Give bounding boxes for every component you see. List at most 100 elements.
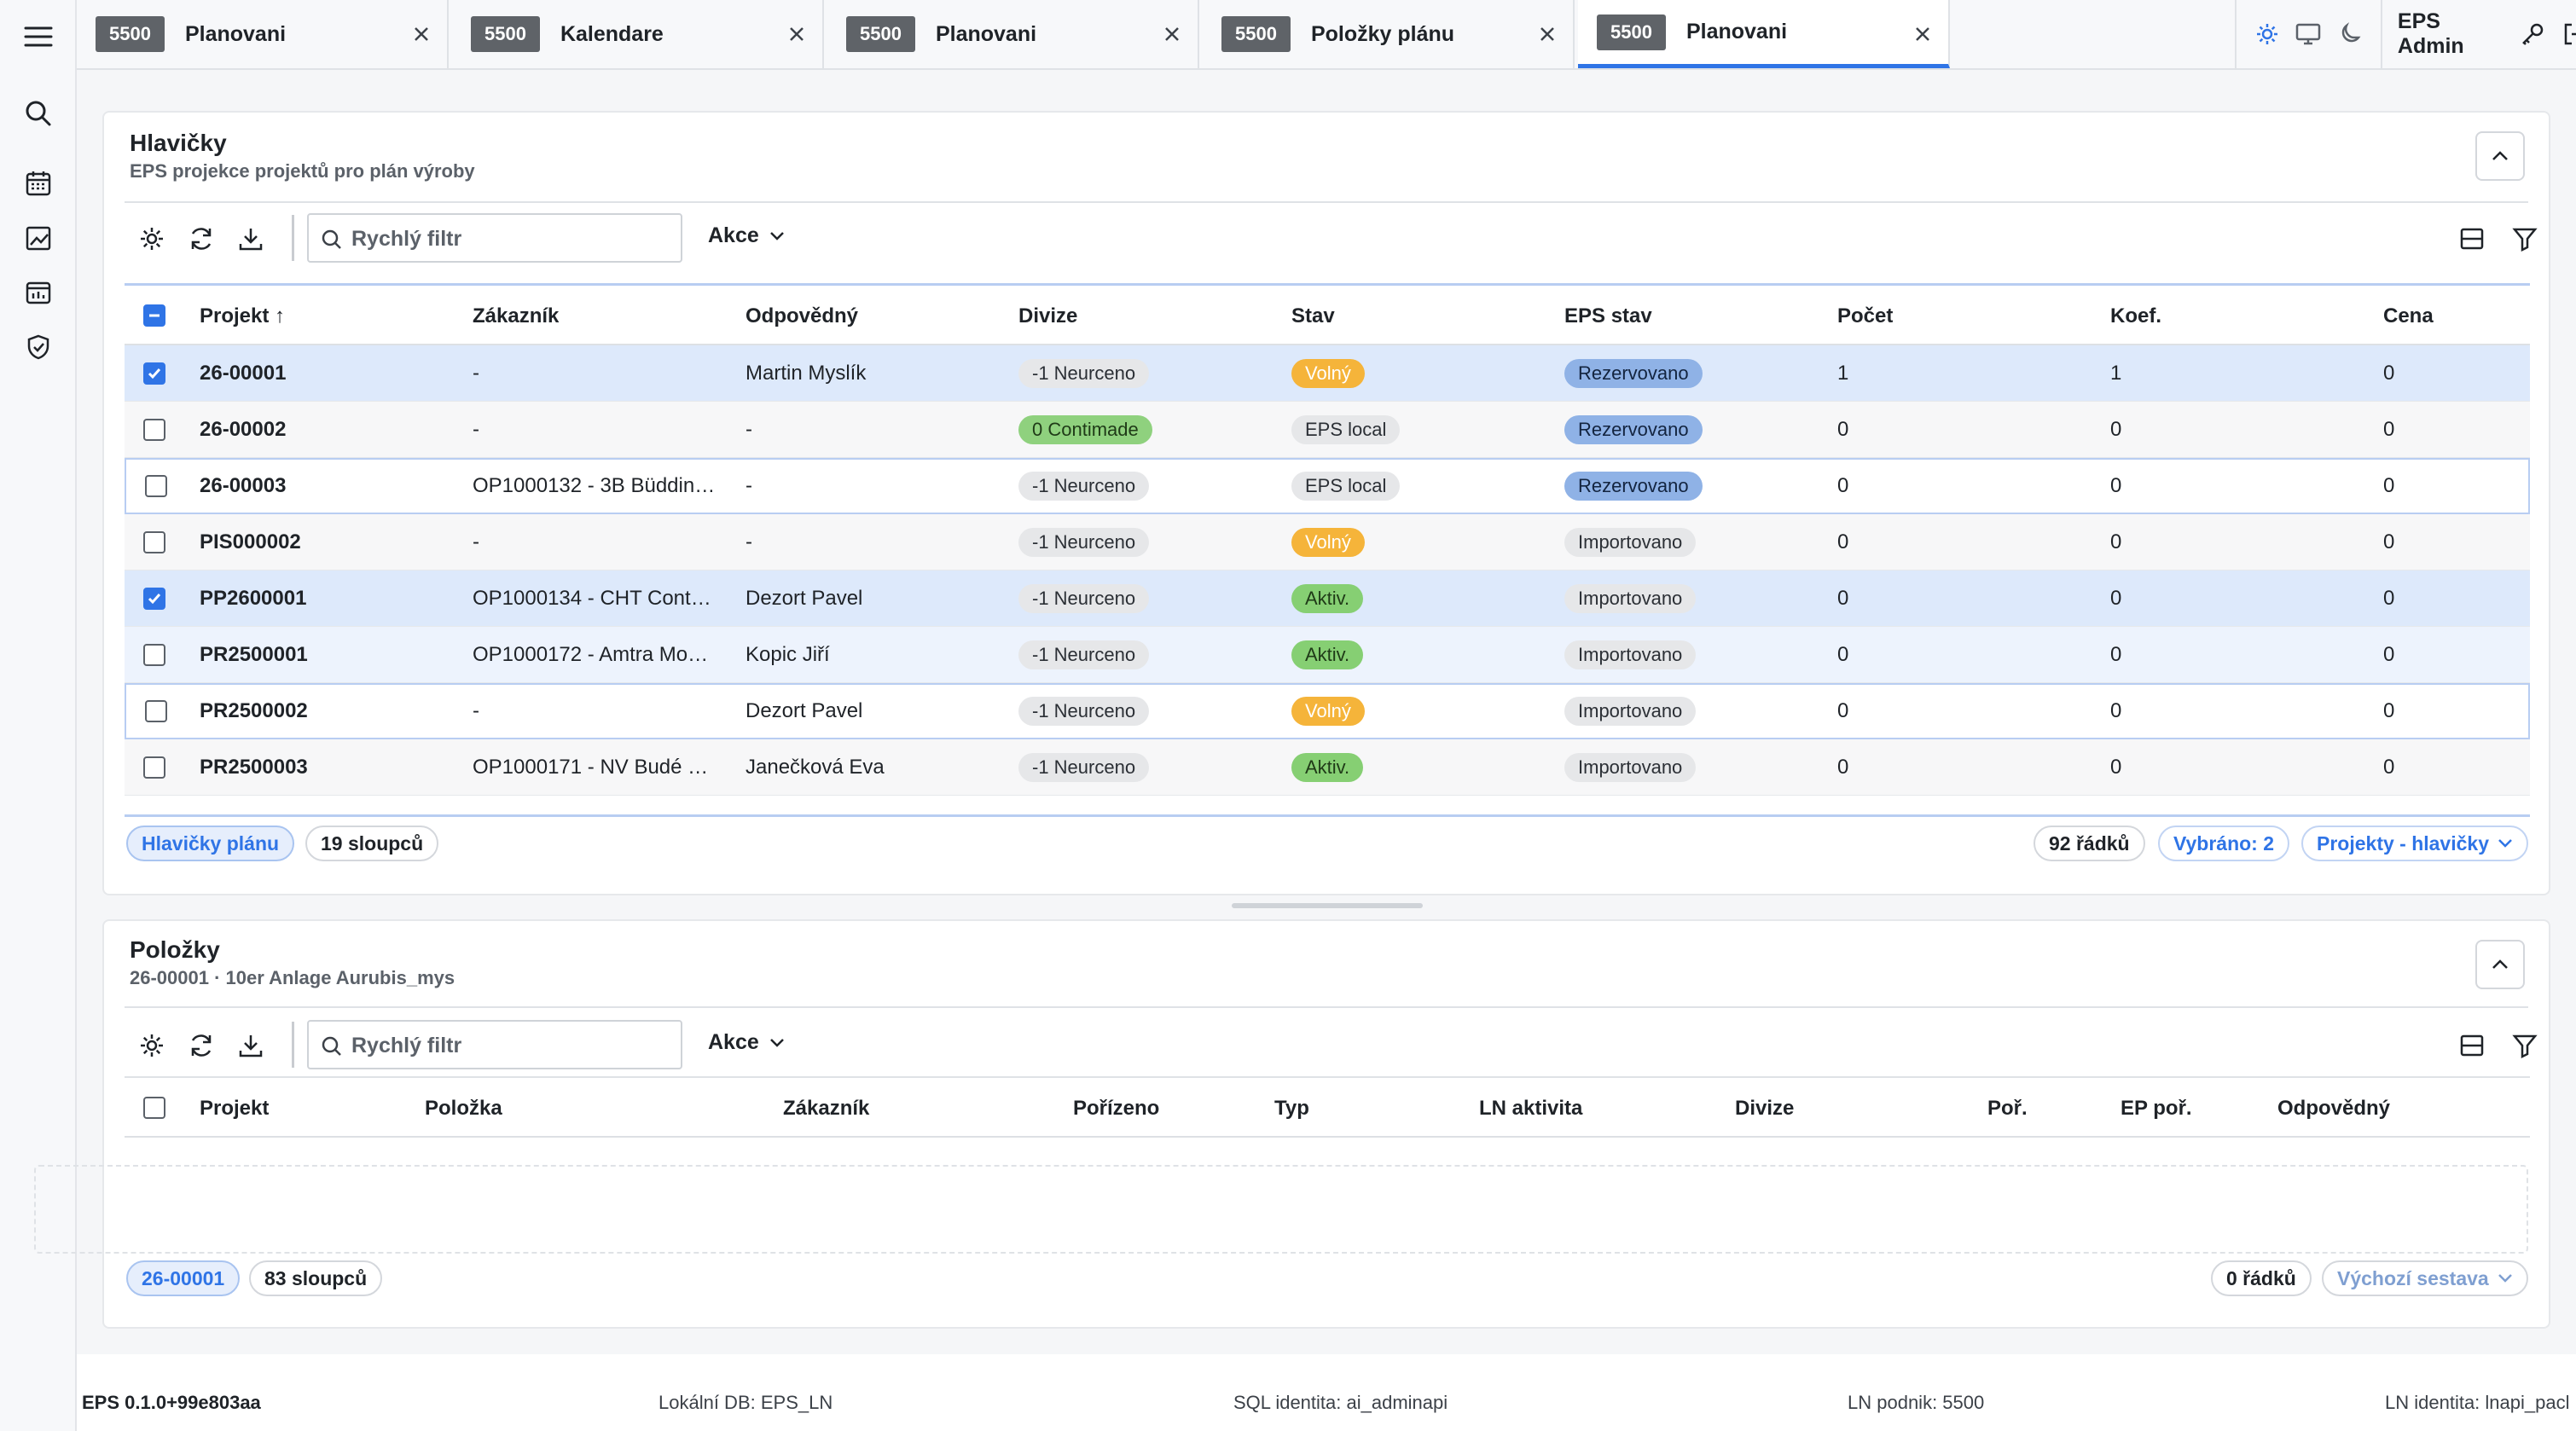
- column-header-divize[interactable]: Divize: [1018, 304, 1077, 328]
- column-header-projekt[interactable]: Projekt ↑: [200, 304, 285, 328]
- user-name[interactable]: EPS Admin: [2398, 9, 2497, 59]
- column-header-typ[interactable]: Typ: [1274, 1097, 1309, 1121]
- cell-cena: 0: [2383, 474, 2395, 497]
- row-checkbox[interactable]: [143, 644, 165, 666]
- search-icon[interactable]: [19, 94, 58, 133]
- column-header-ln-aktivita[interactable]: LN aktivita: [1479, 1097, 1582, 1121]
- settings-gear-icon[interactable]: [136, 1030, 167, 1061]
- settings-gear-icon[interactable]: [136, 223, 167, 254]
- selected-count-chip[interactable]: Vybráno: 2: [2158, 826, 2290, 861]
- cell-cena: 0: [2383, 418, 2395, 441]
- close-icon[interactable]: [1912, 24, 1933, 44]
- layout-select[interactable]: Projekty - hlavičky: [2301, 826, 2528, 861]
- row-checkbox[interactable]: [143, 419, 165, 441]
- table-row[interactable]: 26-00003 OP1000132 - 3B Büddin… - -1 Neu…: [125, 458, 2530, 514]
- column-header-pocet[interactable]: Počet: [1837, 304, 1893, 328]
- layout-select[interactable]: Výchozí sestava: [2322, 1260, 2528, 1296]
- tab-planovani-active[interactable]: 5500 Planovani: [1578, 0, 1950, 68]
- column-header-ep-por[interactable]: EP poř.: [2121, 1097, 2192, 1121]
- divize-badge: -1 Neurceno: [1018, 359, 1150, 388]
- table-row[interactable]: 26-00002 - - 0 Contimade EPS local Rezer…: [125, 402, 2530, 458]
- tab-bar: 5500 Planovani 5500 Kalendare 5500 Plano…: [77, 0, 2576, 70]
- panel-resize-handle[interactable]: [1232, 903, 1423, 908]
- cell-cena: 0: [2383, 362, 2395, 385]
- collapse-button[interactable]: [2475, 940, 2525, 989]
- column-header-projekt[interactable]: Projekt: [200, 1097, 269, 1121]
- row-checkbox[interactable]: [145, 700, 167, 722]
- filter-icon[interactable]: [2509, 223, 2540, 254]
- shield-icon[interactable]: [19, 327, 58, 367]
- chart-icon[interactable]: [19, 218, 58, 258]
- table-row[interactable]: PIS000002 - - -1 Neurceno Volný Importov…: [125, 514, 2530, 571]
- column-header-por[interactable]: Poř.: [1987, 1097, 2028, 1121]
- tab-planovani-2[interactable]: 5500 Planovani: [827, 0, 1199, 68]
- column-header-eps-stav[interactable]: EPS stav: [1564, 304, 1652, 328]
- column-header-divize[interactable]: Divize: [1735, 1097, 1794, 1121]
- table-row[interactable]: 26-00001 - Martin Myslík -1 Neurceno Vol…: [125, 345, 2530, 402]
- close-icon[interactable]: [1162, 24, 1182, 44]
- column-header-zakaznik[interactable]: Zákazník: [783, 1097, 869, 1121]
- row-checkbox[interactable]: [143, 531, 165, 553]
- table-row[interactable]: PP2600001 OP1000134 - CHT Cont… Dezort P…: [125, 571, 2530, 627]
- key-icon[interactable]: [2512, 10, 2553, 58]
- cell-odpovedny: Dezort Pavel: [746, 587, 863, 610]
- row-checkbox[interactable]: [145, 475, 167, 497]
- menu-icon[interactable]: [19, 17, 58, 56]
- monitor-icon[interactable]: [2288, 10, 2329, 58]
- refresh-icon[interactable]: [186, 223, 217, 254]
- view-chip[interactable]: 26-00001: [126, 1260, 241, 1296]
- tab-kalendare[interactable]: 5500 Kalendare: [452, 0, 824, 68]
- calendar-icon[interactable]: [19, 164, 58, 203]
- select-all-checkbox[interactable]: [143, 304, 165, 327]
- refresh-icon[interactable]: [186, 1030, 217, 1061]
- columns-count-chip[interactable]: 19 sloupců: [305, 826, 439, 861]
- cell-odpovedny: Martin Myslík: [746, 362, 867, 385]
- divider: [292, 215, 294, 261]
- layout-icon[interactable]: [2457, 223, 2487, 254]
- table-row[interactable]: PR2500003 OP1000171 - NV Budé … Janečkov…: [125, 739, 2530, 796]
- download-icon[interactable]: [235, 1030, 266, 1061]
- tab-label: Planovani: [184, 21, 287, 46]
- actions-dropdown[interactable]: Akce: [708, 223, 785, 248]
- tab-planovani-1[interactable]: 5500 Planovani: [77, 0, 449, 68]
- cell-projekt: PR2500002: [200, 699, 308, 722]
- quick-filter-input[interactable]: [351, 1030, 667, 1061]
- column-header-odpovedny[interactable]: Odpovědný: [746, 304, 858, 328]
- view-chip[interactable]: Hlavičky plánu: [126, 826, 295, 861]
- column-header-zakaznik[interactable]: Zákazník: [473, 304, 559, 328]
- close-icon[interactable]: [411, 24, 432, 44]
- close-icon[interactable]: [786, 24, 807, 44]
- eps-stav-badge: Importovano: [1564, 528, 1697, 557]
- table-row[interactable]: PR2500002 - Dezort Pavel -1 Neurceno Vol…: [125, 683, 2530, 739]
- columns-count-chip[interactable]: 83 sloupců: [249, 1260, 383, 1296]
- download-icon[interactable]: [235, 223, 266, 254]
- column-header-cena[interactable]: Cena: [2383, 304, 2434, 328]
- quick-filter[interactable]: [307, 213, 682, 263]
- column-header-stav[interactable]: Stav: [1291, 304, 1335, 328]
- row-checkbox[interactable]: [143, 756, 165, 779]
- filter-icon[interactable]: [2509, 1030, 2540, 1061]
- quick-filter[interactable]: [307, 1020, 682, 1069]
- collapse-button[interactable]: [2475, 131, 2525, 181]
- row-checkbox[interactable]: [143, 362, 165, 385]
- layout-icon[interactable]: [2457, 1030, 2487, 1061]
- chart-calendar-icon[interactable]: [19, 273, 58, 312]
- chevron-down-icon: [2498, 838, 2513, 849]
- table-row[interactable]: PR2500001 OP1000172 - Amtra Mo… Kopic Ji…: [125, 627, 2530, 683]
- select-all-checkbox[interactable]: [143, 1097, 165, 1119]
- close-icon[interactable]: [1537, 24, 1558, 44]
- column-header-porizeno[interactable]: Pořízeno: [1073, 1097, 1159, 1121]
- stav-badge: Aktiv.: [1291, 753, 1364, 782]
- column-header-koef[interactable]: Koef.: [2110, 304, 2161, 328]
- column-header-odpovedny[interactable]: Odpovědný: [2277, 1097, 2390, 1121]
- moon-icon[interactable]: [2329, 10, 2370, 58]
- tab-polozky-planu[interactable]: 5500 Položky plánu: [1203, 0, 1575, 68]
- logout-icon[interactable]: [2553, 10, 2576, 58]
- actions-dropdown[interactable]: Akce: [708, 1030, 785, 1055]
- quick-filter-input[interactable]: [351, 223, 667, 254]
- search-icon: [321, 1035, 343, 1057]
- row-checkbox[interactable]: [143, 588, 165, 610]
- sun-icon[interactable]: [2247, 10, 2288, 58]
- column-header-polozka[interactable]: Položka: [425, 1097, 502, 1121]
- panel-subtitle: 26-00001 · 10er Anlage Aurubis_mys: [130, 967, 455, 988]
